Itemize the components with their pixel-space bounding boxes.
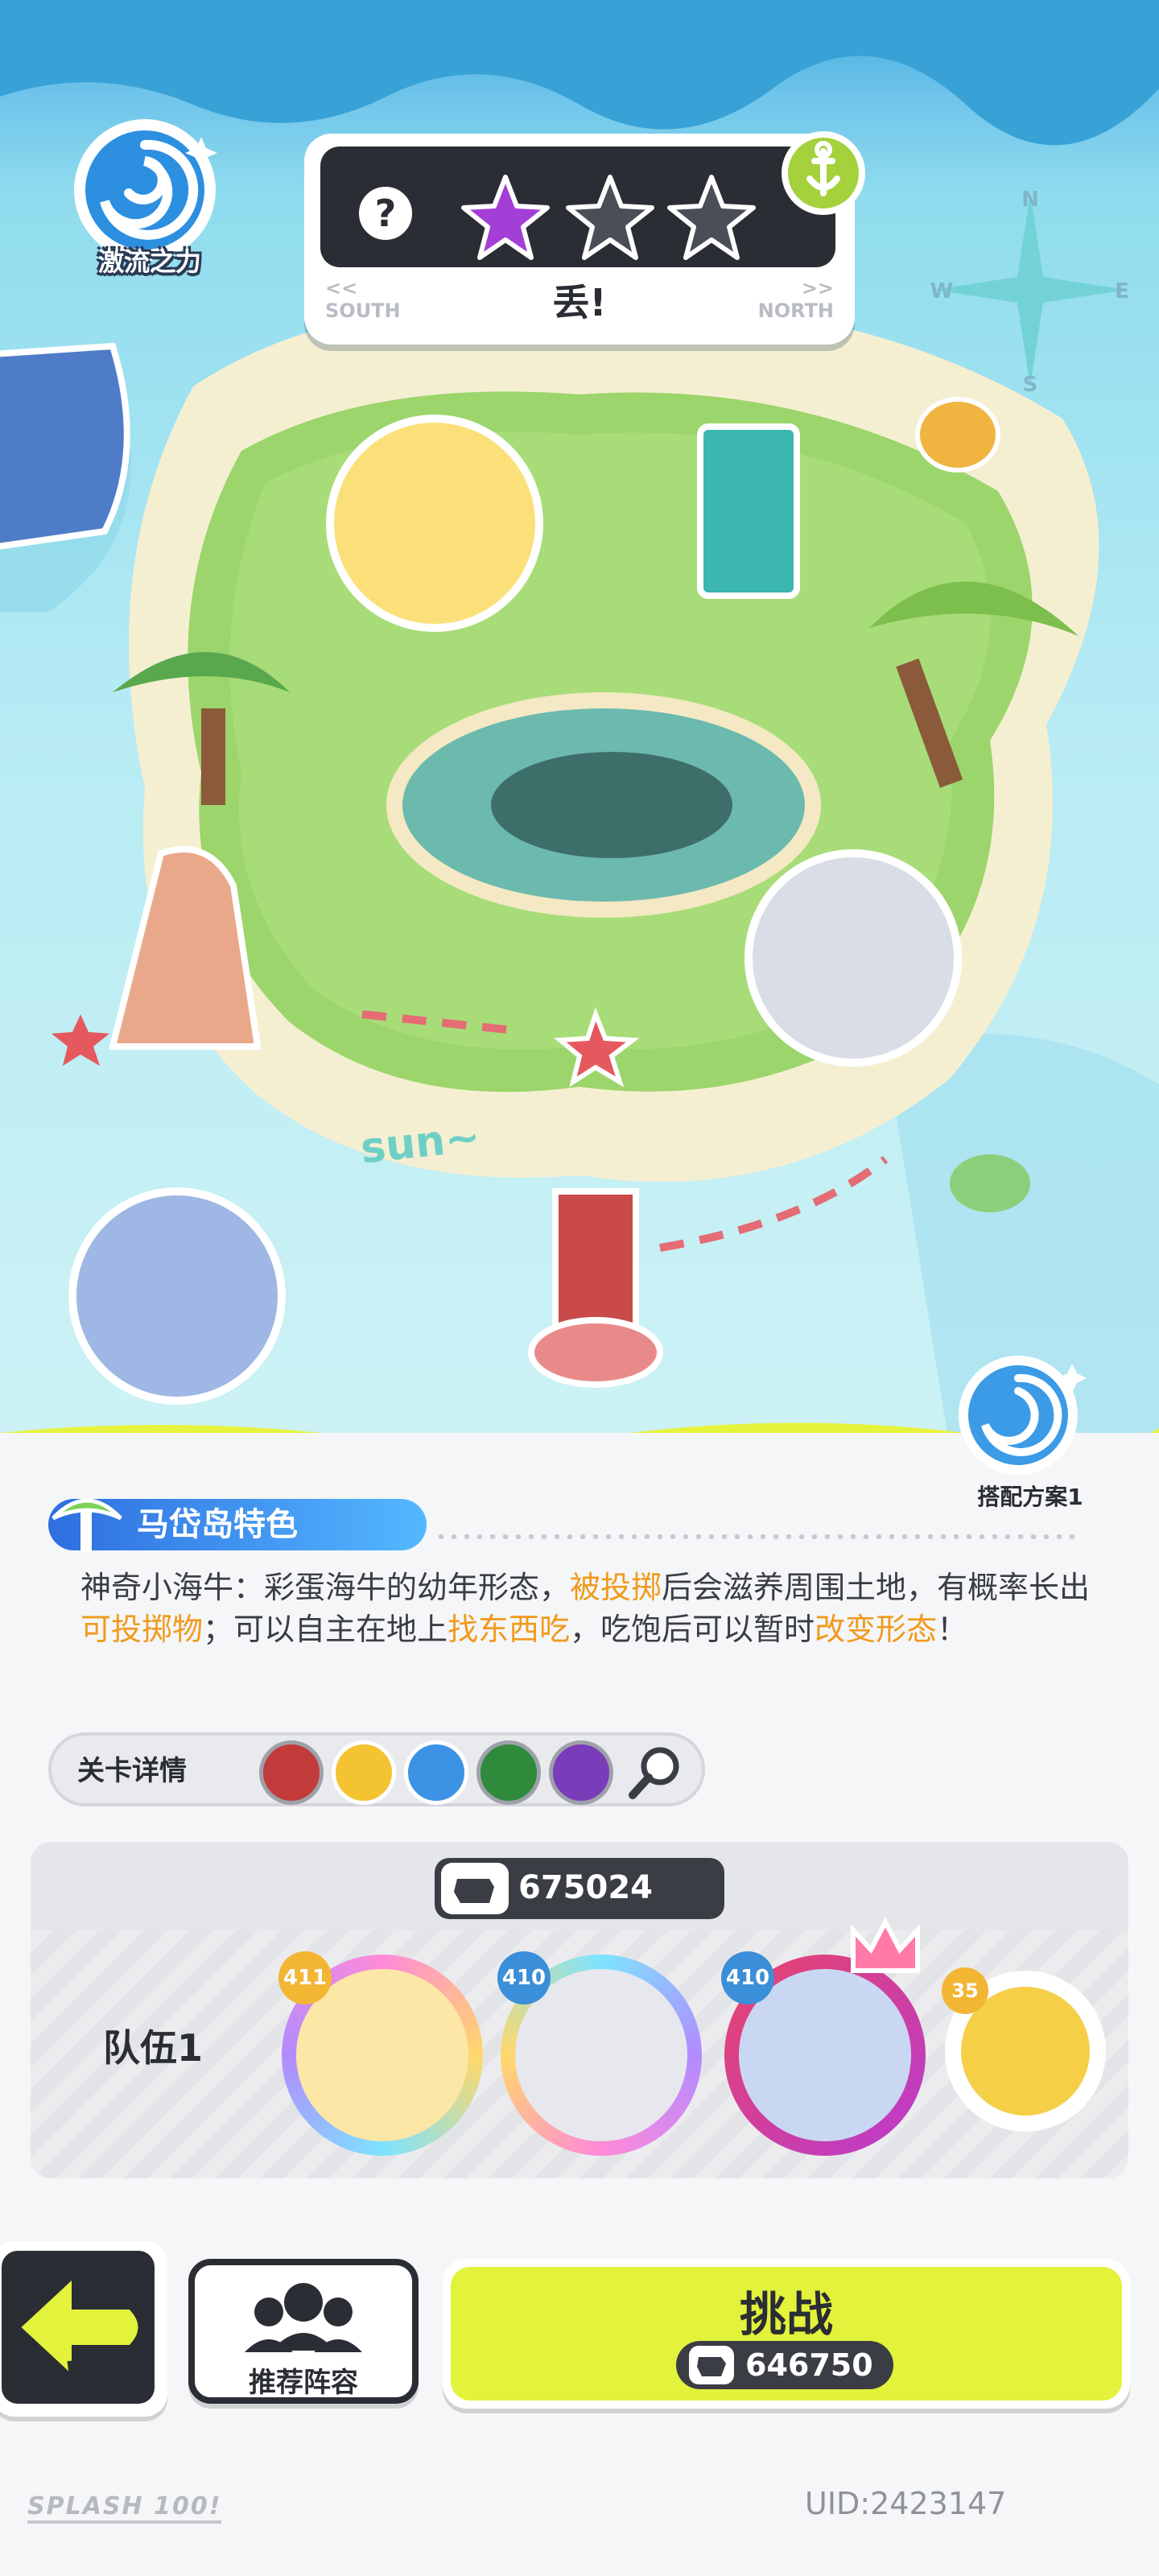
team-power: 675024 — [435, 1858, 724, 1919]
team-card[interactable]: 675024 队伍1 411 410 410 35 — [31, 1842, 1128, 2178]
stage-header-panel: ? << SOUTH >> NORTH 丢! — [304, 131, 865, 345]
level-details-button[interactable]: 关卡详情 — [48, 1732, 705, 1806]
recommend-lineup-label: 推荐阵容 — [249, 2367, 358, 2399]
svg-text:S: S — [1023, 373, 1038, 394]
svg-text:E: E — [1115, 279, 1129, 303]
svg-text:N: N — [1021, 188, 1039, 212]
team-member-slot[interactable]: 411 — [278, 1951, 483, 2156]
level-badge: 410 — [721, 1951, 774, 2004]
help-button[interactable]: ? — [354, 182, 417, 245]
challenge-button-body: 挑战 646750 — [451, 2267, 1122, 2401]
team-silhouette-icon — [245, 2283, 362, 2352]
level-badge: 35 — [942, 1967, 988, 2014]
game-logo: SPLASH 100! — [27, 2492, 222, 2524]
fist-glyph-icon — [697, 2357, 726, 2376]
feature-text-part: ！ — [937, 1612, 968, 1647]
island-feature-description: 神奇小海牛：彩蛋海牛的幼年形态，被投掷后会滋养周围土地，有概率长出可投掷物；可以… — [80, 1567, 1103, 1650]
combo-plan-icon[interactable] — [934, 1344, 1103, 1481]
fist-glyph-icon — [454, 1879, 494, 1903]
star-rating-bar: ? — [320, 147, 835, 267]
blue-splat-icon[interactable] — [404, 1740, 468, 1805]
combo-plan-label[interactable]: 搭配方案1 — [950, 1480, 1111, 1512]
crown-icon — [851, 1917, 920, 1973]
fist-icon — [441, 1863, 509, 1914]
purple-splat-icon[interactable] — [549, 1740, 613, 1805]
stage-title: 丢! — [552, 281, 607, 324]
team-member-slot[interactable]: 410 — [721, 1917, 926, 2156]
feature-highlight: 找东西吃 — [448, 1612, 571, 1647]
force-label: 激流之力 — [97, 246, 201, 277]
feature-text-part: ，吃饱后可以暂时 — [570, 1612, 815, 1647]
back-button[interactable]: BACK — [0, 2241, 167, 2417]
palm-tree-icon — [52, 1498, 122, 1552]
team-member-slot[interactable]: 410 — [497, 1951, 702, 2156]
feature-highlight: 改变形态 — [815, 1612, 938, 1647]
star-empty-icon — [566, 175, 654, 260]
green-splat-icon[interactable] — [476, 1740, 541, 1805]
feature-text-part: 神奇小海牛：彩蛋海牛的幼年形态， — [80, 1570, 571, 1605]
magnifier-icon[interactable] — [625, 1742, 686, 1803]
recommended-power-value: 646750 — [745, 2347, 873, 2383]
challenge-label: 挑战 — [739, 2287, 833, 2342]
stage-map: 激流之力 ? << SOUTH >> NORTH 丢! N W E S sun~ — [0, 0, 1159, 1449]
recommended-power: 646750 — [676, 2341, 893, 2389]
level-details-label: 关卡详情 — [77, 1755, 187, 1787]
level-badge: 410 — [497, 1951, 551, 2004]
feature-text-part: 后会滋养周围土地，有概率长出 — [662, 1570, 1091, 1605]
feature-highlight: 被投掷 — [570, 1570, 662, 1605]
level-badge: 411 — [278, 1951, 332, 2004]
fist-icon — [689, 2346, 734, 2384]
anchor-badge-icon — [782, 131, 865, 215]
feature-highlight: 可投掷物 — [80, 1612, 204, 1647]
team-power-value: 675024 — [518, 1869, 653, 1906]
star-filled-icon — [461, 175, 550, 260]
pet-slot[interactable]: 35 — [942, 1967, 1106, 2132]
feature-text-part: ；可以自主在地上 — [203, 1612, 448, 1647]
svg-text:W: W — [930, 279, 954, 303]
star-empty-icon — [667, 175, 756, 260]
team-name: 队伍1 — [103, 2026, 204, 2070]
yellow-splat-icon[interactable] — [332, 1740, 396, 1805]
divider-dots — [435, 1534, 1079, 1539]
user-id: UID:2423147 — [805, 2486, 1007, 2521]
red-splat-icon[interactable] — [259, 1740, 324, 1805]
recommend-lineup-button[interactable]: 推荐阵容 — [188, 2259, 419, 2404]
compass-icon: N W E S — [930, 188, 1129, 394]
challenge-button[interactable]: 挑战 646750 — [443, 2259, 1130, 2409]
